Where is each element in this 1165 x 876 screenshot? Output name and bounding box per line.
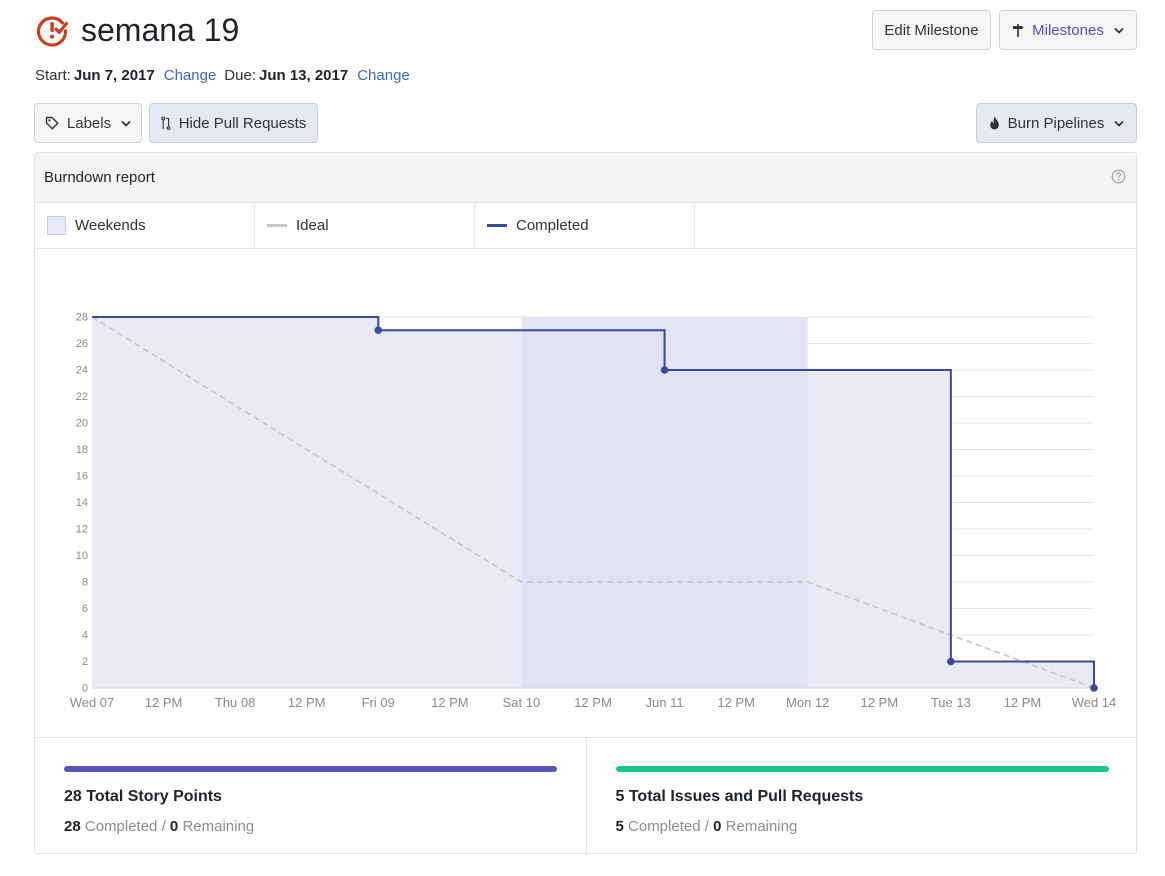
milestones-label: Milestones xyxy=(1032,21,1104,39)
x-tick-label: Jun 11 xyxy=(646,695,684,710)
y-tick-label: 18 xyxy=(76,444,88,456)
story-points-remaining: 0 xyxy=(169,818,179,835)
remaining-label: Remaining xyxy=(182,818,255,835)
summary-section: 28 Total Story Points 28 Completed / 0 R… xyxy=(35,737,1136,855)
start-date: Jun 7, 2017 xyxy=(73,67,155,84)
due-label: Due: xyxy=(224,67,256,84)
x-tick-label: Tue 13 xyxy=(931,695,971,710)
x-tick-label: 12 PM xyxy=(145,695,183,710)
y-tick-label: 2 xyxy=(82,656,88,668)
chevron-down-icon xyxy=(1114,120,1124,127)
y-tick-label: 6 xyxy=(82,603,88,615)
burn-pipelines-dropdown[interactable]: Burn Pipelines xyxy=(976,103,1137,143)
y-tick-label: 0 xyxy=(82,683,88,695)
x-tick-label: 12 PM xyxy=(717,695,755,710)
remaining-label: Remaining xyxy=(725,818,798,835)
x-tick-label: Thu 08 xyxy=(215,695,255,710)
issues-title: 5 Total Issues and Pull Requests xyxy=(615,788,864,805)
due-date: Jun 13, 2017 xyxy=(258,67,349,84)
issues-remaining: 0 xyxy=(713,818,722,835)
milestone-dates: Start: Jun 7, 2017 Change Due: Jun 13, 2… xyxy=(35,67,418,84)
completed-point xyxy=(660,366,669,374)
y-tick-label: 12 xyxy=(76,524,88,536)
milestone-icon xyxy=(35,14,69,48)
y-tick-label: 28 xyxy=(76,312,88,324)
y-tick-label: 20 xyxy=(76,418,88,430)
hide-pull-requests-label: Hide Pull Requests xyxy=(178,114,307,132)
story-points-summary: 28 Total Story Points 28 Completed / 0 R… xyxy=(35,738,586,855)
x-tick-label: Fri 09 xyxy=(362,695,395,710)
start-label: Start: xyxy=(35,67,71,84)
issues-completed: 5 xyxy=(615,818,624,835)
burndown-chart: 0246810121416182022242628Wed 07 12 PM Thu … xyxy=(70,312,1117,711)
story-points-title: 28 Total Story Points xyxy=(64,788,222,805)
milestones-dropdown[interactable]: Milestones xyxy=(999,10,1137,50)
x-tick-label: 12 PM xyxy=(860,695,898,710)
story-points-detail: 28 Completed / 0 Remaining xyxy=(64,818,254,835)
tag-icon xyxy=(45,116,59,130)
change-due-link[interactable]: Change xyxy=(357,67,410,84)
y-tick-label: 8 xyxy=(82,577,88,589)
chevron-down-icon xyxy=(1114,27,1124,34)
completed-point xyxy=(374,326,383,335)
x-tick-label: Wed 07 xyxy=(70,695,115,710)
y-tick-label: 26 xyxy=(76,338,88,350)
x-tick-label: Sat 10 xyxy=(503,695,541,710)
separator: / xyxy=(704,818,709,835)
y-tick-label: 10 xyxy=(76,550,88,562)
completed-label: Completed xyxy=(628,818,701,835)
edit-milestone-label: Edit Milestone xyxy=(884,21,979,39)
completed-label: Completed xyxy=(84,818,158,835)
issues-progress-bar xyxy=(615,766,1109,772)
milestone-title: semana 19 xyxy=(81,12,240,48)
hide-pull-requests-button[interactable]: Hide Pull Requests xyxy=(149,103,318,143)
x-tick-label: 12 PM xyxy=(574,695,612,710)
change-start-link[interactable]: Change xyxy=(164,67,217,84)
burn-pipelines-label: Burn Pipelines xyxy=(1007,114,1105,132)
flame-icon xyxy=(989,116,1000,130)
story-points-progress-bar xyxy=(64,766,557,772)
chevron-down-icon xyxy=(121,120,131,127)
y-tick-label: 24 xyxy=(76,365,88,377)
edit-milestone-button[interactable]: Edit Milestone xyxy=(872,10,991,50)
y-tick-label: 16 xyxy=(76,471,88,483)
x-tick-label: 12 PM xyxy=(1004,695,1042,710)
separator: / xyxy=(161,818,166,835)
completed-point xyxy=(947,657,955,666)
completed-point xyxy=(1090,684,1098,692)
y-tick-label: 22 xyxy=(76,391,88,403)
signpost-icon xyxy=(1012,23,1024,37)
labels-dropdown[interactable]: Labels xyxy=(34,103,142,143)
y-tick-label: 4 xyxy=(82,630,88,642)
x-tick-label: Mon 12 xyxy=(786,695,829,710)
milestone-header: semana 19 xyxy=(35,12,239,49)
x-tick-label: 12 PM xyxy=(288,695,326,710)
x-tick-label: 12 PM xyxy=(431,695,469,710)
y-tick-label: 14 xyxy=(76,497,88,509)
labels-label: Labels xyxy=(66,114,112,132)
issues-detail: 5 Completed / 0 Remaining xyxy=(616,818,798,835)
pull-request-icon xyxy=(160,116,171,130)
burndown-report-panel: Burndown report Weekends Ideal Completed… xyxy=(34,152,1137,855)
story-points-completed: 28 xyxy=(64,818,81,835)
issues-summary: 5 Total Issues and Pull Requests 5 Compl… xyxy=(585,738,1137,855)
x-tick-label: Wed 14 xyxy=(1072,695,1117,710)
